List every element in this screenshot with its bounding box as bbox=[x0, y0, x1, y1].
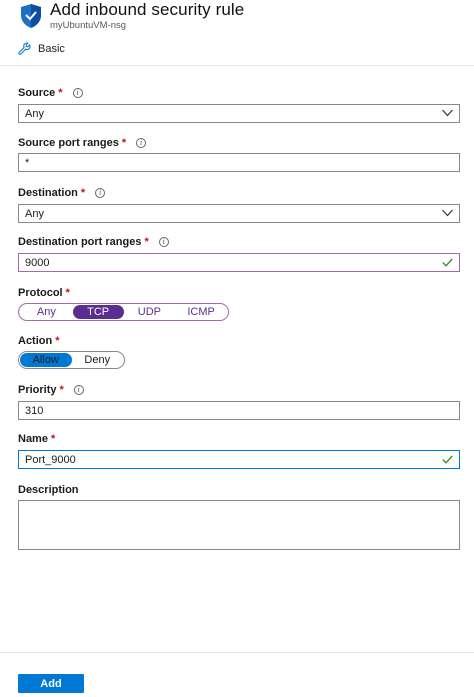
priority-label: Priority * i bbox=[18, 384, 84, 396]
wrench-icon bbox=[18, 42, 31, 55]
page-title: Add inbound security rule bbox=[50, 0, 245, 19]
action-option-deny[interactable]: Deny bbox=[72, 353, 124, 367]
destination-port-ranges-input[interactable]: 9000 bbox=[18, 253, 460, 272]
name-input[interactable]: Port_9000 bbox=[18, 450, 460, 469]
resource-subtitle: myUbuntuVM-nsg bbox=[50, 20, 127, 31]
description-textarea[interactable] bbox=[18, 500, 460, 550]
protocol-option-icmp[interactable]: ICMP bbox=[175, 305, 227, 319]
chevron-down-icon bbox=[442, 109, 453, 117]
name-label: Name * bbox=[18, 433, 56, 445]
required-marker: * bbox=[121, 137, 127, 149]
info-icon[interactable]: i bbox=[95, 188, 106, 198]
checkmark-icon bbox=[442, 455, 453, 464]
action-toggle-group: Allow Deny bbox=[18, 351, 125, 369]
action-label: Action * bbox=[18, 335, 60, 347]
required-marker: * bbox=[50, 433, 56, 445]
action-option-allow[interactable]: Allow bbox=[20, 353, 72, 367]
protocol-label: Protocol * bbox=[18, 287, 70, 299]
description-label: Description bbox=[18, 484, 79, 496]
protocol-toggle-group: Any TCP UDP ICMP bbox=[18, 303, 229, 321]
info-icon[interactable]: i bbox=[136, 138, 147, 148]
destination-label: Destination * i bbox=[18, 187, 106, 199]
required-marker: * bbox=[59, 384, 64, 396]
source-dropdown[interactable]: Any bbox=[18, 104, 460, 123]
blade-header: Add inbound security rule myUbuntuVM-nsg… bbox=[0, 0, 474, 66]
info-icon[interactable]: i bbox=[72, 88, 83, 98]
required-marker: * bbox=[58, 87, 63, 99]
required-marker: * bbox=[144, 236, 149, 248]
add-button[interactable]: Add bbox=[18, 674, 84, 693]
priority-input[interactable]: 310 bbox=[18, 401, 460, 420]
source-port-ranges-label: Source port ranges * i bbox=[18, 137, 147, 149]
destination-port-ranges-label: Destination port ranges * i bbox=[18, 236, 169, 248]
basic-mode-button[interactable]: Basic bbox=[18, 42, 65, 55]
required-marker: * bbox=[55, 335, 60, 347]
protocol-option-udp[interactable]: UDP bbox=[124, 305, 176, 319]
checkmark-icon bbox=[442, 258, 453, 267]
protocol-option-tcp[interactable]: TCP bbox=[72, 305, 124, 319]
required-marker: * bbox=[65, 287, 70, 299]
basic-mode-label: Basic bbox=[38, 42, 65, 55]
protocol-option-any[interactable]: Any bbox=[20, 305, 73, 319]
shield-icon bbox=[21, 4, 41, 28]
destination-dropdown[interactable]: Any bbox=[18, 204, 460, 223]
info-icon[interactable]: i bbox=[158, 237, 169, 247]
chevron-down-icon bbox=[442, 209, 453, 217]
info-icon[interactable]: i bbox=[73, 385, 84, 395]
source-label: Source * i bbox=[18, 87, 83, 99]
required-marker: * bbox=[80, 187, 86, 199]
source-port-ranges-input[interactable]: * bbox=[18, 153, 460, 172]
